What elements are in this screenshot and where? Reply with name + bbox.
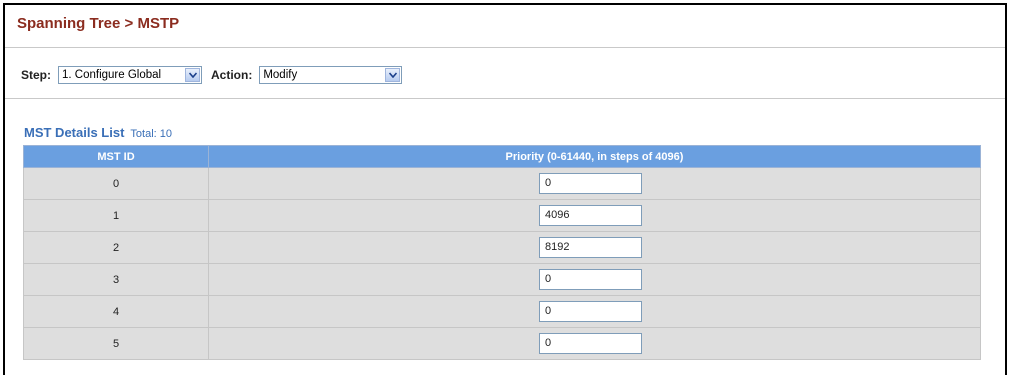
chevron-down-icon[interactable] [185, 68, 200, 82]
total-count: Total: 10 [130, 128, 173, 140]
table-row: 1 4096 [23, 199, 981, 232]
table-row: 2 8192 [23, 231, 981, 264]
priority-input[interactable]: 0 [539, 269, 642, 290]
table-row: 5 0 [23, 327, 981, 360]
chevron-down-icon[interactable] [385, 68, 401, 82]
mst-id-cell: 2 [23, 231, 209, 264]
table-header-row: MST ID Priority (0-61440, in steps of 40… [23, 145, 981, 168]
priority-cell: 0 [208, 263, 981, 296]
mst-details-table: MST ID Priority (0-61440, in steps of 40… [23, 145, 981, 360]
action-select[interactable]: Modify [259, 66, 403, 84]
priority-cell: 0 [208, 327, 981, 360]
step-action-bar: Step: 1. Configure Global Action: Modify [21, 62, 403, 88]
mst-id-cell: 4 [23, 295, 209, 328]
step-select-value: 1. Configure Global [62, 69, 162, 81]
table-row: 0 0 [23, 167, 981, 200]
mst-id-cell: 0 [23, 167, 209, 200]
priority-cell: 4096 [208, 199, 981, 232]
action-select-value: Modify [263, 69, 298, 81]
priority-input[interactable]: 8192 [539, 237, 642, 258]
mst-id-cell: 3 [23, 263, 209, 296]
mst-id-cell: 5 [23, 327, 209, 360]
title-divider [5, 47, 1005, 48]
column-header-mst-id: MST ID [23, 145, 209, 168]
priority-cell: 8192 [208, 231, 981, 264]
list-title-text: MST Details List [24, 125, 125, 140]
toolbar-divider [5, 98, 1005, 99]
priority-cell: 0 [208, 295, 981, 328]
priority-input[interactable]: 4096 [539, 205, 642, 226]
action-label: Action: [211, 68, 253, 82]
step-select[interactable]: 1. Configure Global [58, 66, 202, 84]
priority-input[interactable]: 0 [539, 301, 642, 322]
content-frame: Spanning Tree > MSTP Step: 1. Configure … [3, 3, 1007, 375]
table-row: 3 0 [23, 263, 981, 296]
mst-id-cell: 1 [23, 199, 209, 232]
step-label: Step: [21, 68, 51, 82]
table-row: 4 0 [23, 295, 981, 328]
column-header-priority: Priority (0-61440, in steps of 4096) [208, 145, 981, 168]
priority-cell: 0 [208, 167, 981, 200]
page-title: Spanning Tree > MSTP [17, 15, 180, 32]
priority-input[interactable]: 0 [539, 173, 642, 194]
priority-input[interactable]: 0 [539, 333, 642, 354]
list-title: MST Details List Total: 10 [24, 125, 172, 140]
